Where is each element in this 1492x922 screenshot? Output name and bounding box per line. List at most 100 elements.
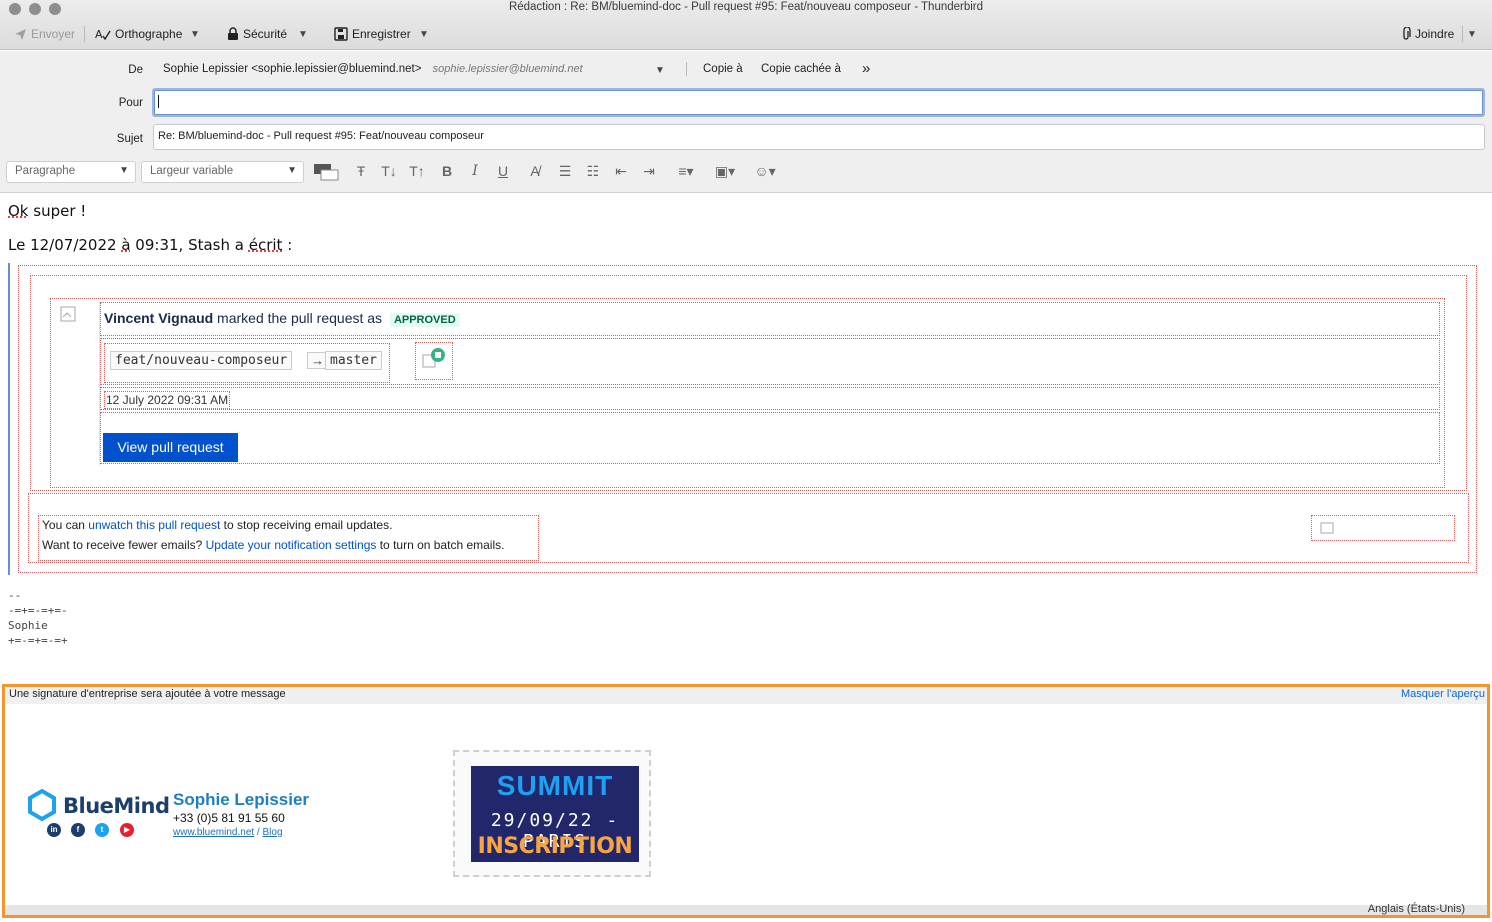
signature-links: www.bluemind.net / Blog: [173, 827, 283, 838]
to-input[interactable]: [152, 88, 1485, 117]
send-button[interactable]: Envoyer: [14, 24, 75, 44]
toolbar-separator: [84, 26, 85, 42]
font-value: Largeur variable: [150, 165, 234, 177]
numbered-list-icon[interactable]: ☷: [584, 163, 602, 180]
misspelled-word: écrit: [248, 236, 283, 254]
signature-notice: Une signature d'entreprise sera ajoutée …: [5, 687, 1487, 704]
banner-title: SUMMIT: [496, 770, 614, 801]
plain-signature: -- -=+=-=+=- Sophie +=-=+=-=+: [8, 589, 68, 647]
bold-icon[interactable]: B: [438, 163, 456, 179]
activity-title: Vincent Vignaud marked the pull request …: [104, 310, 460, 327]
send-icon: [15, 28, 26, 40]
align-menu-icon[interactable]: ≡▾: [672, 163, 700, 180]
bullet-list-icon[interactable]: ☰: [556, 163, 574, 180]
banner-cta: INSCRIPTION: [477, 834, 633, 859]
from-label: De: [128, 64, 143, 76]
title-bar: Rédaction : Re: BM/bluemind-doc - Pull r…: [0, 0, 1492, 50]
signature-notice-text: Une signature d'entreprise sera ajoutée …: [9, 688, 286, 700]
linkedin-icon[interactable]: in: [47, 823, 61, 837]
chevron-down-icon: ▼: [419, 28, 429, 40]
website-link[interactable]: www.bluemind.net: [173, 827, 254, 838]
target-branch: master: [325, 351, 382, 370]
notification-settings-link[interactable]: Update your notification settings: [206, 538, 377, 552]
insert-image-icon[interactable]: ▣▾: [710, 163, 740, 180]
save-icon: [334, 27, 348, 41]
more-recipients-icon[interactable]: »: [862, 60, 870, 77]
activity-action: marked the pull request as: [213, 310, 383, 326]
security-menu-button[interactable]: ▼: [298, 24, 308, 44]
attribution-text: 09:31, Stash a: [130, 236, 249, 254]
font-smaller-icon[interactable]: Ŧ: [352, 163, 370, 179]
summit-banner[interactable]: SUMMIT 29/09/22 - PARIS INSCRIPTION: [471, 766, 639, 862]
bcc-button[interactable]: Copie cachée à: [761, 63, 841, 75]
paragraph-select[interactable]: Paragraphe ▼: [6, 161, 136, 183]
hide-preview-link[interactable]: Masquer l'aperçu: [1401, 688, 1485, 700]
misspelled-word: à: [121, 236, 131, 254]
subject-input[interactable]: Re: BM/bluemind-doc - Pull request #95: …: [153, 124, 1485, 150]
youtube-icon[interactable]: ▶: [120, 823, 134, 837]
emoji-icon[interactable]: ☺▾: [750, 163, 780, 180]
signature-phone: +33 (0)5 81 91 55 60: [173, 811, 285, 825]
greeting-line[interactable]: Ok super !: [8, 202, 86, 220]
italic-icon[interactable]: I: [466, 163, 484, 179]
clear-format-icon[interactable]: A̸: [526, 163, 544, 179]
activity-date: 12 July 2022 09:31 AM: [104, 391, 231, 409]
attribution-line[interactable]: Le 12/07/2022 à 09:31, Stash a écrit :: [8, 236, 292, 254]
font-select[interactable]: Largeur variable ▼: [141, 161, 304, 183]
misspelled-word: Ok: [8, 202, 29, 220]
source-branch: feat/nouveau-composeur: [110, 351, 293, 370]
author-name: Vincent Vignaud: [104, 310, 214, 326]
avatar: [54, 302, 100, 466]
chevron-down-icon: ▼: [298, 28, 308, 40]
summit-stamp: SUMMIT 29/09/22 - PARIS INSCRIPTION: [453, 750, 651, 877]
text-color-icon[interactable]: [313, 163, 339, 184]
blog-link[interactable]: Blog: [263, 827, 283, 838]
view-pull-request-button[interactable]: View pull request: [103, 433, 238, 462]
font-size-up-icon[interactable]: T↑: [408, 163, 426, 179]
toolbar-separator: [1462, 26, 1463, 42]
save-label: Enregistrer: [352, 27, 411, 41]
attach-button[interactable]: Joindre: [1401, 24, 1454, 44]
security-button[interactable]: Sécurité: [227, 24, 287, 44]
brand-name: BlueMind: [63, 794, 170, 818]
send-label: Envoyer: [31, 27, 76, 41]
window-title: Rédaction : Re: BM/bluemind-doc - Pull r…: [508, 1, 984, 13]
save-menu-button[interactable]: ▼: [419, 24, 429, 44]
font-size-down-icon[interactable]: T↓: [380, 163, 398, 179]
save-button[interactable]: Enregistrer: [334, 24, 411, 44]
from-identity: sophie.lepissier@bluemind.net: [432, 63, 583, 75]
chevron-down-icon: ▼: [119, 165, 129, 176]
link-separator: /: [254, 827, 263, 838]
signature-name: Sophie Lepissier: [173, 790, 310, 809]
chevron-down-icon: ▼: [287, 165, 297, 176]
unwatch-link[interactable]: unwatch this pull request: [88, 518, 220, 532]
spelling-button[interactable]: A Orthographe: [95, 24, 182, 44]
spellcheck-icon: A: [95, 28, 111, 41]
greeting-text: super !: [28, 202, 87, 220]
status-badge: APPROVED: [389, 313, 460, 327]
bluemind-logo-icon: [28, 789, 56, 821]
reviewer-avatar: [415, 342, 453, 380]
cc-button[interactable]: Copie à: [703, 63, 743, 75]
underline-icon[interactable]: U: [494, 163, 512, 179]
footer-text: Want to receive fewer emails?: [42, 538, 206, 552]
enterprise-signature-panel: Une signature d'entreprise sera ajoutée …: [2, 684, 1490, 918]
spelling-menu-button[interactable]: ▼: [190, 24, 200, 44]
unwatch-line: You can unwatch this pull request to sto…: [42, 518, 392, 532]
from-select[interactable]: Sophie Lepissier <sophie.lepissier@bluem…: [163, 63, 583, 75]
footer-text: to stop receiving email updates.: [220, 518, 393, 532]
indent-icon[interactable]: ⇥: [640, 163, 658, 180]
status-bar: Anglais (États-Unis): [5, 903, 1487, 915]
text-caret: [158, 95, 159, 108]
to-label: Pour: [118, 97, 143, 109]
language-indicator[interactable]: Anglais (États-Unis): [1368, 903, 1465, 915]
paperclip-icon: [1403, 27, 1411, 40]
twitter-icon[interactable]: t: [95, 823, 109, 837]
outdent-icon[interactable]: ⇤: [612, 163, 630, 180]
facebook-icon[interactable]: f: [71, 823, 85, 837]
footer-text: You can: [42, 518, 89, 532]
attach-label: Joindre: [1415, 27, 1455, 41]
attach-menu-button[interactable]: ▼: [1467, 24, 1477, 44]
chevron-down-icon[interactable]: ▼: [655, 65, 665, 76]
chevron-down-icon: ▼: [190, 28, 200, 40]
